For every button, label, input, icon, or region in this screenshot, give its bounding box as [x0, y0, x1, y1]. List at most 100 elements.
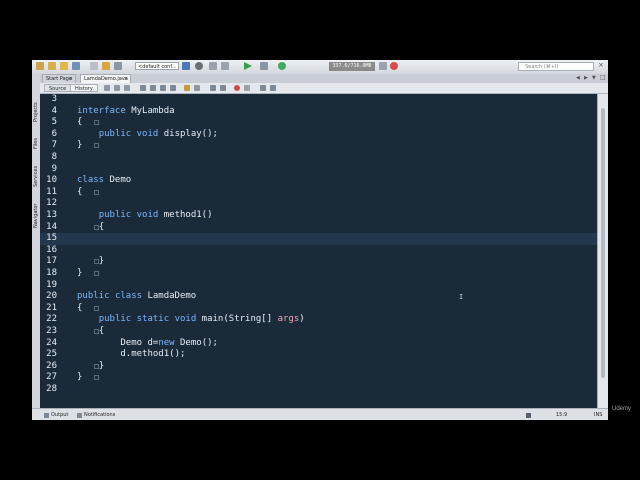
code-line[interactable]: 19: [40, 280, 597, 292]
run-icon[interactable]: [244, 62, 252, 70]
new-project-icon[interactable]: [48, 62, 56, 70]
line-number: 6: [51, 128, 57, 139]
target-icon[interactable]: [195, 62, 203, 70]
code-line[interactable]: 23 {: [40, 326, 597, 338]
find-selection-icon[interactable]: [170, 85, 176, 91]
last-edit-icon[interactable]: [104, 85, 110, 91]
side-tab-projects[interactable]: Projects: [32, 98, 40, 126]
code-line[interactable]: 14 {: [40, 222, 597, 234]
code-text: {: [77, 186, 83, 197]
shift-left-icon[interactable]: [210, 85, 216, 91]
tab-scroll-right-icon[interactable]: ▶: [584, 75, 588, 81]
tab-scroll-left-icon[interactable]: ◀: [576, 75, 580, 81]
toggle-highlight-icon[interactable]: [184, 85, 190, 91]
code-text: {: [77, 117, 83, 128]
code-text: }: [77, 140, 83, 151]
code-line[interactable]: 10 class Demo: [40, 175, 597, 187]
clean-build-icon[interactable]: [221, 62, 229, 70]
stop-macro-icon[interactable]: [244, 85, 250, 91]
redo-icon[interactable]: [102, 62, 110, 70]
side-tab-services[interactable]: Services: [32, 160, 40, 192]
code-line[interactable]: 28: [40, 384, 597, 396]
new-file-icon[interactable]: [36, 62, 44, 70]
gc-icon[interactable]: [379, 62, 387, 70]
shift-right-icon[interactable]: [220, 85, 226, 91]
line-number: 25: [46, 349, 57, 360]
tab-list-icon[interactable]: ▼: [592, 75, 596, 81]
code-editor[interactable]: 3 4 interface MyLambda 5{6 public void disp…: [40, 94, 597, 408]
code-line[interactable]: 3: [40, 94, 597, 106]
output-tab[interactable]: Output: [51, 409, 68, 420]
uncomment-icon[interactable]: [270, 85, 276, 91]
debug-icon[interactable]: [260, 62, 268, 70]
cut-icon[interactable]: [114, 62, 122, 70]
back-icon[interactable]: [114, 85, 120, 91]
tab-lamdademo-java[interactable]: LamdaDemo.java ×: [80, 74, 131, 83]
code-line[interactable]: 9: [40, 164, 597, 176]
line-number: 19: [46, 279, 57, 290]
code-line[interactable]: 12: [40, 198, 597, 210]
start-macro-icon[interactable]: [234, 85, 240, 91]
line-number: 15: [46, 233, 57, 244]
code-line[interactable]: 17 }: [40, 256, 597, 268]
code-line[interactable]: 11 {: [40, 187, 597, 199]
code-line[interactable]: 15: [40, 233, 597, 245]
code-line[interactable]: 16: [40, 245, 597, 257]
history-tab[interactable]: History: [70, 84, 98, 92]
side-tab-navigator[interactable]: Navigator: [32, 198, 40, 234]
code-line[interactable]: 7}: [40, 140, 597, 152]
code-line[interactable]: 25 d.method1();: [40, 349, 597, 361]
tab-start-page[interactable]: Start Page ×: [42, 74, 76, 83]
line-number: 22: [46, 314, 57, 325]
memory-indicator[interactable]: 337.6/716.0MB: [329, 62, 375, 71]
code-line[interactable]: 21 {: [40, 303, 597, 315]
code-line[interactable]: 18}: [40, 268, 597, 280]
code-text: }: [77, 268, 83, 278]
code-line[interactable]: 20 public class LamdaDemo: [40, 291, 597, 303]
configuration-select[interactable]: <default conf...: [135, 62, 179, 70]
scrollbar-thumb[interactable]: [601, 108, 605, 378]
code-text: }: [77, 372, 83, 383]
open-project-icon[interactable]: [60, 62, 68, 70]
code-line[interactable]: 4 interface MyLambda: [40, 106, 597, 118]
code-line[interactable]: 8: [40, 152, 597, 164]
line-number: 18: [46, 268, 57, 278]
code-line[interactable]: 6 public void display();: [40, 129, 597, 141]
find-next-icon[interactable]: [160, 85, 166, 91]
code-text: public class LamdaDemo: [77, 291, 197, 302]
line-number: 26: [46, 360, 57, 371]
find-icon[interactable]: [140, 85, 146, 91]
code-line[interactable]: 26 }: [40, 361, 597, 373]
side-tab-files[interactable]: Files: [32, 134, 40, 154]
code-line[interactable]: 22 public static void main(String[] args…: [40, 314, 597, 326]
line-number: 21: [46, 302, 57, 313]
comment-icon[interactable]: [260, 85, 266, 91]
undo-icon[interactable]: [90, 62, 98, 70]
line-number: 9: [51, 163, 57, 174]
line-number: 4: [51, 105, 57, 116]
config-dropdown-icon[interactable]: [182, 62, 190, 70]
line-number: 12: [46, 198, 57, 209]
code-line[interactable]: 24 Demo d=new Demo();: [40, 338, 597, 350]
profile-ide-icon[interactable]: [390, 62, 398, 70]
code-text: class Demo: [77, 175, 132, 186]
save-all-icon[interactable]: [72, 62, 80, 70]
source-tab[interactable]: Source: [44, 84, 72, 92]
toggle-bookmark-icon[interactable]: [194, 85, 200, 91]
mouse-cursor-icon: Ι: [459, 293, 464, 301]
profile-icon[interactable]: [278, 62, 286, 70]
close-icon[interactable]: ×: [598, 61, 604, 69]
search-input[interactable]: Search (⌘+I): [518, 62, 594, 71]
build-icon[interactable]: [209, 62, 217, 70]
vertical-scrollbar[interactable]: [597, 94, 608, 408]
forward-icon[interactable]: [124, 85, 130, 91]
notifications-tab[interactable]: Notifications: [84, 409, 115, 420]
code-line[interactable]: 27}: [40, 372, 597, 384]
code-line[interactable]: 5{: [40, 117, 597, 129]
code-line[interactable]: 13 public void method1(): [40, 210, 597, 222]
line-number: 5: [51, 117, 57, 128]
code-text: public static void main(String[] args): [98, 314, 305, 325]
maximize-icon[interactable]: □: [600, 74, 606, 81]
task-icon: [526, 413, 531, 418]
find-previous-icon[interactable]: [150, 85, 156, 91]
